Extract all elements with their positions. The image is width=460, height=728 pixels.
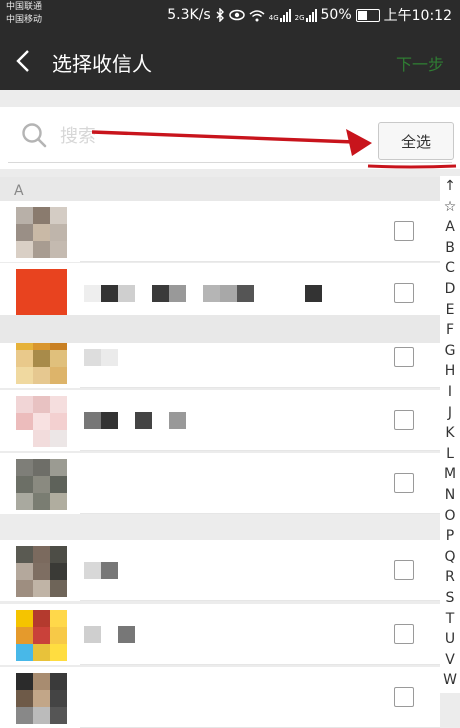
avatar [16, 546, 67, 597]
carrier-2: 中国移动 [6, 15, 43, 25]
contact-checkbox[interactable] [394, 687, 414, 707]
contact-checkbox[interactable] [394, 560, 414, 580]
search-icon [22, 123, 47, 148]
contact-checkbox[interactable] [394, 347, 414, 367]
contact-checkbox[interactable] [394, 624, 414, 644]
index-letter[interactable]: V [440, 652, 460, 668]
wifi-icon [249, 9, 265, 21]
contact-row[interactable] [0, 390, 440, 451]
index-letter[interactable]: T [440, 611, 460, 627]
index-letter[interactable]: A [440, 219, 460, 235]
index-letter[interactable]: W [440, 672, 460, 688]
battery-icon [355, 8, 380, 22]
signal-2-type: 2G [294, 13, 305, 22]
index-letter[interactable]: I [440, 384, 460, 400]
index-letter[interactable]: ☆ [440, 199, 460, 215]
index-letter[interactable]: ↑ [440, 178, 460, 194]
index-letter[interactable]: M [440, 466, 460, 482]
avatar [16, 396, 67, 447]
status-right: 5.3K/s 4G 2G 50% 上午10:12 [167, 5, 452, 25]
network-speed: 5.3K/s [167, 7, 211, 23]
index-letter[interactable]: E [440, 302, 460, 318]
index-letter[interactable]: S [440, 590, 460, 606]
index-letter[interactable]: J [440, 405, 460, 421]
avatar [16, 269, 67, 320]
index-letter[interactable]: C [440, 260, 460, 276]
nav-bar: 选择收信人 下一步 [0, 32, 460, 90]
avatar [16, 459, 67, 510]
contact-checkbox[interactable] [394, 221, 414, 241]
carrier-1: 中国联通 [6, 2, 43, 12]
section-letter: A [14, 183, 24, 199]
avatar [16, 207, 67, 258]
index-letter[interactable]: D [440, 281, 460, 297]
page-title: 选择收信人 [52, 52, 152, 76]
index-letter[interactable]: P [440, 528, 460, 544]
contact-checkbox[interactable] [394, 283, 414, 303]
search-underline [8, 162, 452, 163]
signal-1-icon: 4G [268, 8, 291, 22]
index-letter[interactable]: K [440, 425, 460, 441]
row-divider [80, 261, 440, 262]
alphabet-index[interactable]: ↑ ☆ A B C D E F G H I J K L M N O P Q R S T U V W [440, 176, 460, 693]
index-letter[interactable]: R [440, 569, 460, 585]
contact-row[interactable] [0, 667, 440, 728]
status-bar: 中国联通 中国移动 5.3K/s 4G 2G 50% 上午10:12 [0, 0, 460, 32]
avatar [16, 673, 67, 724]
index-letter[interactable]: Q [440, 549, 460, 565]
index-letter[interactable]: U [440, 631, 460, 647]
avatar [16, 610, 67, 661]
signal-2-icon: 2G [294, 8, 317, 22]
section-header-b [0, 315, 440, 343]
index-letter[interactable]: B [440, 240, 460, 256]
battery-percent: 50% [320, 7, 352, 23]
back-arrow-icon[interactable] [12, 48, 36, 74]
row-divider [80, 450, 440, 451]
next-step-button[interactable]: 下一步 [396, 51, 444, 75]
contact-row[interactable] [0, 604, 440, 665]
carrier-info: 中国联通 中国移动 [6, 1, 42, 27]
contact-row[interactable] [0, 540, 440, 601]
contact-checkbox[interactable] [394, 410, 414, 430]
row-divider [80, 513, 440, 514]
index-letter[interactable]: L [440, 446, 460, 462]
clock: 上午10:12 [383, 8, 452, 24]
index-letter[interactable]: O [440, 508, 460, 524]
select-all-button[interactable]: 全选 [378, 122, 454, 160]
search-input[interactable] [60, 124, 260, 148]
contact-row[interactable] [0, 201, 440, 262]
battery-fill [357, 10, 367, 20]
signal-1-type: 4G [268, 13, 279, 22]
contact-checkbox[interactable] [394, 473, 414, 493]
index-letter[interactable]: F [440, 322, 460, 338]
row-divider [80, 600, 440, 601]
index-letter[interactable]: G [440, 343, 460, 359]
bluetooth-icon [216, 8, 224, 22]
contact-row[interactable] [0, 453, 440, 514]
row-divider [80, 664, 440, 665]
index-letter[interactable]: N [440, 487, 460, 503]
eye-icon [228, 9, 245, 21]
row-divider [80, 387, 440, 388]
index-letter[interactable]: H [440, 363, 460, 379]
